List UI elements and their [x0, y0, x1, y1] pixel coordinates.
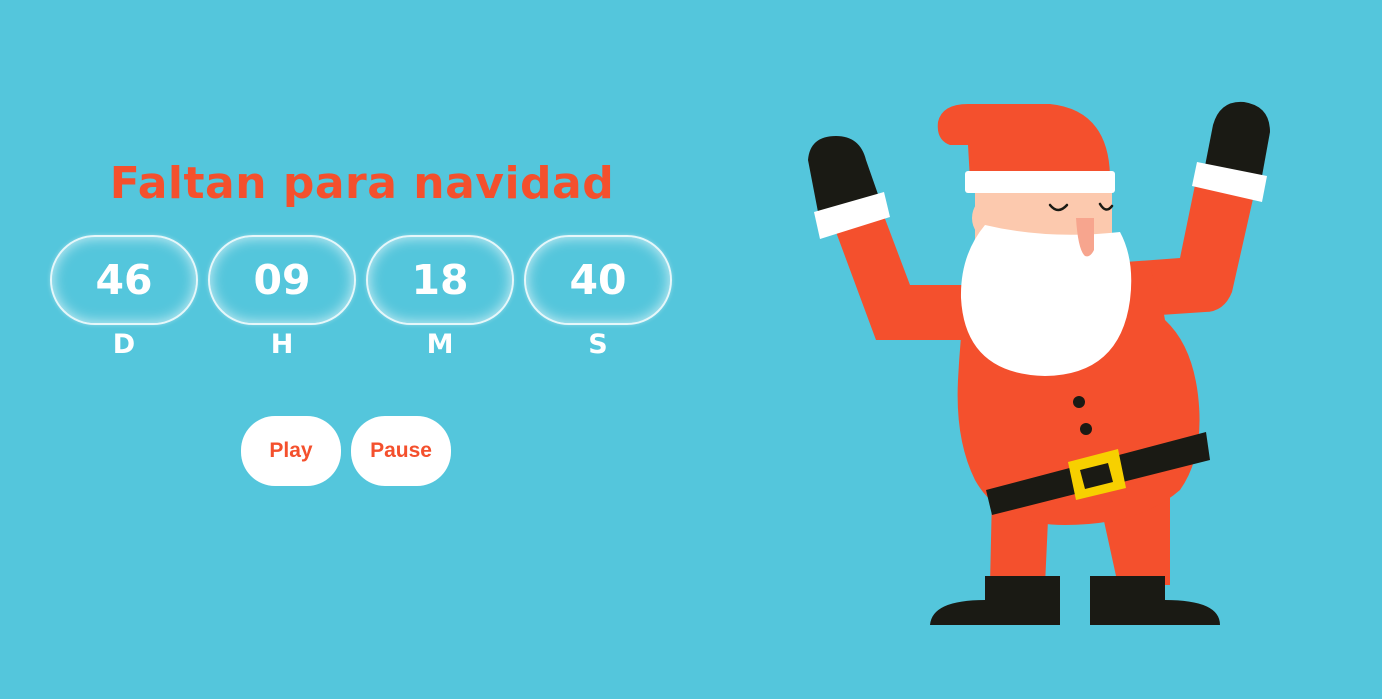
countdown-days: 46 D [50, 235, 198, 361]
pause-button[interactable]: Pause [351, 416, 451, 486]
hours-label: H [270, 329, 294, 360]
hours-value: 09 [208, 235, 356, 325]
seconds-label: S [588, 329, 608, 360]
countdown-hours: 09 H [208, 235, 356, 361]
santa-right-mitten [1205, 101, 1270, 176]
minutes-value: 18 [366, 235, 514, 325]
days-value: 46 [50, 235, 198, 325]
dancing-santa-illustration [808, 101, 1270, 625]
santa-button [1080, 423, 1092, 435]
santa-left-boot [930, 576, 1060, 625]
santa-beard [960, 225, 1132, 376]
santa-hat [937, 104, 1110, 180]
santa-hat-brim [965, 171, 1115, 193]
minutes-label: M [426, 329, 454, 360]
seconds-value: 40 [524, 235, 672, 325]
countdown-title: Faltan para navidad [109, 158, 615, 209]
santa-button [1073, 396, 1085, 408]
countdown-minutes: 18 M [366, 235, 514, 361]
play-button[interactable]: Play [241, 416, 341, 486]
santa-right-boot [1090, 576, 1220, 625]
days-label: D [112, 329, 136, 360]
countdown-seconds: 40 S [524, 235, 672, 361]
